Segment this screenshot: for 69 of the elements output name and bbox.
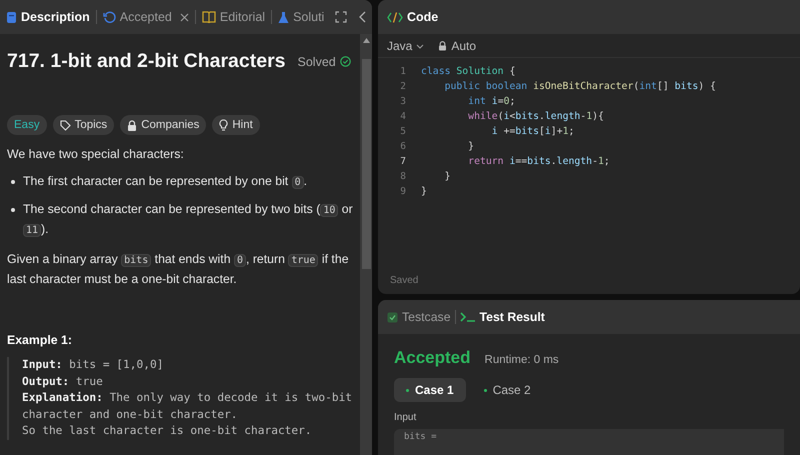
case-tab[interactable]: Case 1 [394,378,466,402]
scrollbar-thumb[interactable] [362,59,370,269]
code-line: i +=bits[i]+1; [490,126,574,137]
book-icon [202,11,216,23]
line-number: 2 [399,81,406,92]
line-number: 7 [399,156,406,167]
history-icon [102,10,116,24]
input-label: Input [394,412,418,423]
checkbox-icon [387,312,398,322]
bullet-text: The second character can be represented by two bits ( 10 or 11 ). [23,201,354,239]
chevron-down-icon [416,44,424,48]
line-number: 8 [399,171,406,182]
difficulty-tag[interactable]: Easy [7,115,47,135]
check-circle-icon [340,56,351,67]
code-line: class Solution { [421,66,516,77]
tag-button[interactable]: Companies [120,115,206,135]
input-value: bits = [394,429,784,455]
panel-tab[interactable]: Description [6,10,90,24]
lightbulb-icon [219,119,228,131]
line-number: 4 [399,111,406,122]
panel-tab[interactable]: Soluti [278,10,324,24]
fullscreen-icon[interactable] [335,11,347,23]
document-icon [6,10,17,24]
description-text: We have two special characters: [7,146,185,163]
bullet-icon [11,208,15,212]
solved-label: Solved [298,54,336,68]
bullet-text: The first character can be represented by one bit 0 . [23,173,308,191]
description-text: Given a binary array bits that ends with 0 , return true if the last character must be a one-bit character. [7,251,350,288]
runtime-text: Runtime: 0 ms [484,354,559,366]
example-line: Input: bits = [1,0,0] [22,357,164,373]
case-tab[interactable]: Case 2 [472,378,543,402]
example-line: Output: true [22,374,104,390]
line-number: 3 [399,96,406,107]
line-number: 1 [399,66,406,77]
example-line: Explanation: The only way to decode it is two-bit character and one-bit character. So the last character is one-bit character. [22,390,354,439]
example-title: Example 1: [7,333,73,347]
line-number: 5 [399,126,406,137]
code-line: int i=0; [467,96,516,107]
terminal-icon [460,311,476,323]
panel-tab[interactable]: Accepted [102,10,189,24]
code-line: } [467,141,474,152]
panel-tab[interactable]: Editorial [202,10,266,24]
auto-mode-button[interactable]: Auto [438,39,476,53]
tag-button[interactable]: Hint [212,115,260,135]
code-line: public boolean isOneBitCharacter(int[] bits) { [444,81,716,92]
code-line: } [444,171,450,182]
flask-icon [278,10,290,24]
scrollbar[interactable] [360,34,372,455]
verdict-text: Accepted [394,348,471,368]
saved-status: Saved [389,275,420,288]
code-line: } [421,186,427,197]
problem-title: 717. 1-bit and 2-bit Characters [7,50,286,73]
panel-tab[interactable]: Testcase [387,310,451,324]
language-select[interactable]: Java [387,39,424,53]
code-line: return i==bits.length-1; [467,156,610,167]
panel-tab[interactable]: Test Result [460,310,545,324]
bullet-icon [11,180,15,184]
line-number: 6 [399,141,406,152]
panel-title: Code [407,10,438,24]
tag-icon [60,120,71,130]
lock-icon [127,120,138,130]
scroll-up-icon[interactable] [362,38,370,43]
close-icon[interactable] [180,12,189,22]
tag-button[interactable]: Topics [52,115,114,135]
code-line: while(i<bits.length-1){ [467,111,604,122]
code-icon [387,12,403,22]
line-number: 9 [399,186,406,197]
lock-icon [438,41,448,51]
collapse-icon[interactable] [359,11,366,23]
